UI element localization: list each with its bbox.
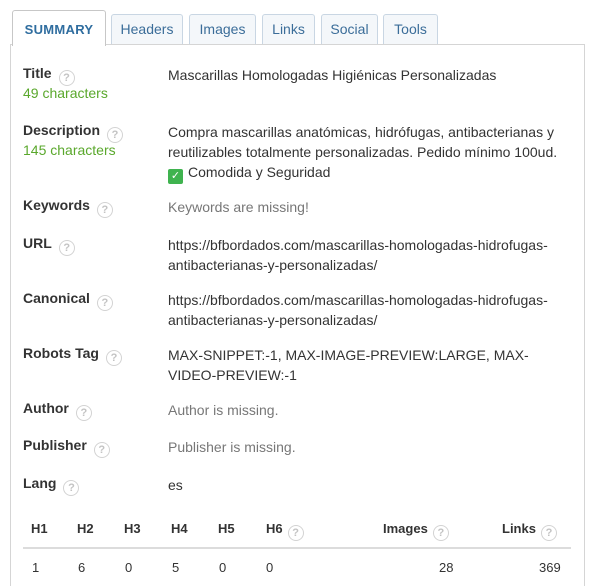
help-icon[interactable]: ? bbox=[58, 240, 75, 256]
tab-bar: SUMMARY Headers Images Links Social Tool… bbox=[0, 10, 589, 46]
publisher-label-wrap: Publisher? bbox=[23, 437, 110, 458]
help-icon[interactable]: ? bbox=[96, 202, 113, 218]
help-icon[interactable]: ? bbox=[96, 295, 113, 311]
help-icon[interactable]: ? bbox=[63, 480, 80, 496]
stats-divider bbox=[23, 547, 571, 549]
author-label-wrap: Author? bbox=[23, 400, 92, 421]
stat-header-h6: H6 bbox=[266, 521, 283, 536]
keywords-value: Keywords are missing! bbox=[168, 199, 309, 215]
description-value-wrap: Compra mascarillas anatómicas, hidrófuga… bbox=[168, 122, 563, 184]
stat-value-h3: 0 bbox=[125, 560, 133, 575]
publisher-value: Publisher is missing. bbox=[168, 439, 296, 455]
help-icon[interactable]: ? bbox=[540, 525, 557, 541]
tab-tools[interactable]: Tools bbox=[383, 14, 438, 45]
stat-value-h6: 0 bbox=[266, 560, 274, 575]
tab-links[interactable]: Links bbox=[262, 14, 315, 45]
stat-header-h2: H2 bbox=[77, 521, 94, 536]
title-label: Title bbox=[23, 65, 52, 81]
robots-value: MAX-SNIPPET:-1, MAX-IMAGE-PREVIEW:LARGE,… bbox=[168, 347, 529, 383]
description-label: Description bbox=[23, 122, 101, 138]
canonical-value[interactable]: https://bfbordados.com/mascarillas-homol… bbox=[168, 290, 563, 330]
help-icon[interactable]: ? bbox=[58, 70, 75, 86]
help-icon[interactable]: ? bbox=[75, 405, 92, 421]
stat-value-images: 28 bbox=[439, 560, 454, 575]
robots-label-wrap: Robots Tag? bbox=[23, 345, 122, 366]
description-value-extra: Comodida y Seguridad bbox=[188, 164, 331, 180]
keywords-label-wrap: Keywords? bbox=[23, 197, 113, 218]
stat-header-images-wrap: Images? bbox=[383, 521, 449, 541]
canonical-label-wrap: Canonical? bbox=[23, 290, 113, 311]
lang-label-wrap: Lang? bbox=[23, 475, 80, 496]
help-icon[interactable]: ? bbox=[107, 127, 124, 143]
stat-header-h3: H3 bbox=[124, 521, 141, 536]
stat-value-h4: 5 bbox=[172, 560, 180, 575]
stat-value-links: 369 bbox=[539, 560, 561, 575]
robots-label: Robots Tag bbox=[23, 345, 99, 361]
canonical-label: Canonical bbox=[23, 290, 90, 306]
lang-label: Lang bbox=[23, 475, 57, 491]
publisher-label: Publisher bbox=[23, 437, 87, 453]
stat-header-h4: H4 bbox=[171, 521, 188, 536]
tab-images[interactable]: Images bbox=[189, 14, 256, 45]
stat-value-h5: 0 bbox=[219, 560, 227, 575]
tab-headers[interactable]: Headers bbox=[111, 14, 183, 45]
stat-header-images: Images bbox=[383, 521, 428, 536]
description-char-count: 145 characters bbox=[23, 142, 116, 158]
title-value: Mascarillas Homologadas Higiénicas Perso… bbox=[168, 67, 497, 83]
tab-social[interactable]: Social bbox=[321, 14, 378, 45]
help-icon[interactable]: ? bbox=[287, 525, 304, 541]
description-value: Compra mascarillas anatómicas, hidrófuga… bbox=[168, 124, 558, 160]
author-label: Author bbox=[23, 400, 69, 416]
help-icon[interactable]: ? bbox=[105, 350, 122, 366]
author-value: Author is missing. bbox=[168, 402, 279, 418]
url-label: URL bbox=[23, 235, 52, 251]
stat-header-h5: H5 bbox=[218, 521, 235, 536]
lang-value: es bbox=[168, 477, 183, 493]
description-label-wrap: Description? bbox=[23, 122, 124, 143]
tab-summary[interactable]: SUMMARY bbox=[12, 10, 106, 46]
help-icon[interactable]: ? bbox=[93, 442, 110, 458]
title-char-count: 49 characters bbox=[23, 85, 108, 101]
stat-header-links-wrap: Links? bbox=[502, 521, 557, 541]
stat-value-h1: 1 bbox=[32, 560, 40, 575]
stat-header-h6-wrap: H6? bbox=[266, 521, 304, 541]
url-label-wrap: URL? bbox=[23, 235, 75, 256]
stat-header-h1: H1 bbox=[31, 521, 48, 536]
check-icon: ✓ bbox=[168, 169, 183, 184]
help-icon[interactable]: ? bbox=[432, 525, 449, 541]
stat-header-links: Links bbox=[502, 521, 536, 536]
stats-table: H1 H2 H3 H4 H5 H6? Images? Links? 1 6 0 … bbox=[23, 517, 571, 586]
title-label-wrap: Title? bbox=[23, 65, 75, 86]
keywords-label: Keywords bbox=[23, 197, 90, 213]
stat-value-h2: 6 bbox=[78, 560, 86, 575]
url-value[interactable]: https://bfbordados.com/mascarillas-homol… bbox=[168, 235, 563, 275]
